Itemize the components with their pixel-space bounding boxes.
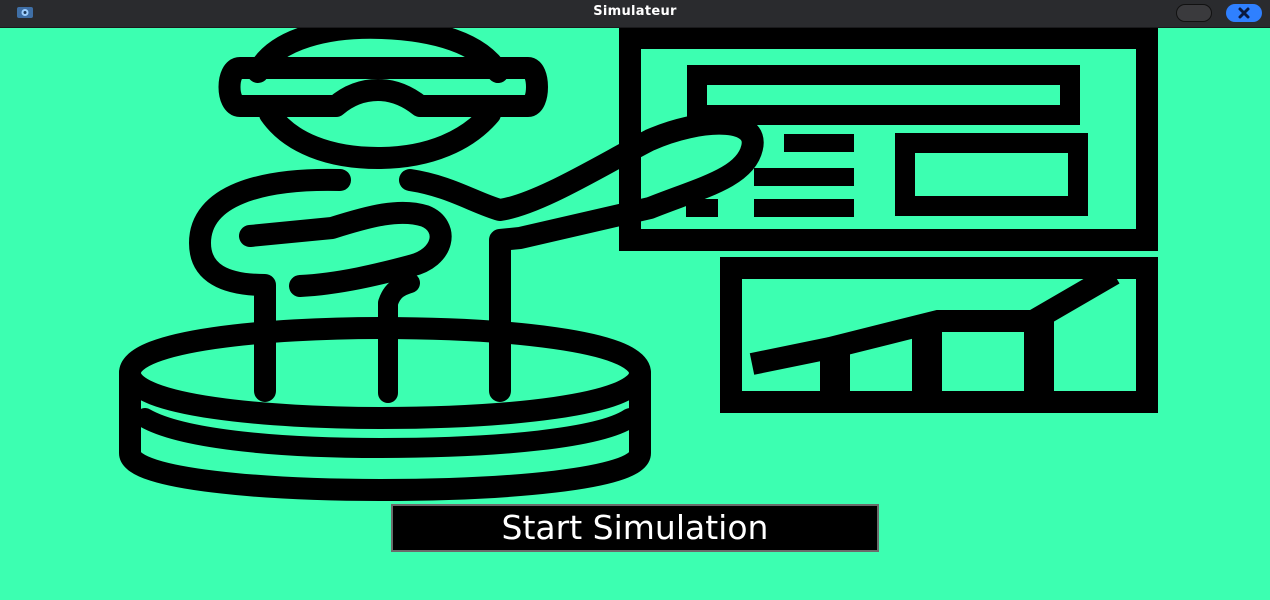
close-button[interactable] — [1226, 4, 1262, 22]
start-simulation-button[interactable]: Start Simulation — [391, 504, 879, 552]
main-content: Start Simulation — [0, 28, 1270, 600]
presenter-figure-icon — [119, 28, 764, 501]
title-bar[interactable]: Simulateur — [0, 0, 1270, 28]
close-icon — [1238, 7, 1250, 19]
window-title: Simulateur — [593, 4, 677, 19]
dashboard-panel-icon — [619, 28, 1158, 251]
app-window: Simulateur Start Simulation — [0, 0, 1270, 600]
bar-chart-panel-icon — [720, 257, 1158, 413]
minimize-button[interactable] — [1176, 4, 1212, 22]
